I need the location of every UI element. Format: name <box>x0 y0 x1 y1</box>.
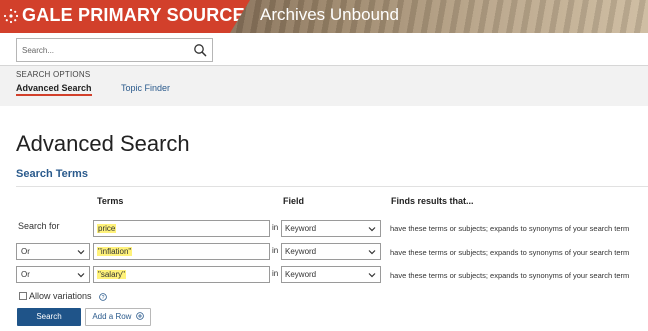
operator-select-3[interactable]: Or <box>16 266 90 283</box>
section-title: Search Terms <box>16 168 88 180</box>
term-value-2: "inflation" <box>97 247 133 256</box>
product-title[interactable]: Archives Unbound <box>260 5 399 25</box>
column-header-terms: Terms <box>97 196 124 206</box>
operator-value-3: Or <box>21 270 30 279</box>
field-select-2[interactable]: Keyword <box>281 243 381 260</box>
in-label-2: in <box>272 246 279 255</box>
allow-variations-label: Allow variations <box>29 291 92 301</box>
tab-advanced-search[interactable]: Advanced Search <box>16 83 92 96</box>
field-value-2: Keyword <box>285 247 317 256</box>
term-input-3[interactable]: "salary" <box>93 266 270 283</box>
term-value-1: price <box>97 224 117 233</box>
chevron-down-icon <box>77 250 85 255</box>
checkbox-box[interactable] <box>19 292 27 300</box>
chevron-down-icon <box>368 250 376 255</box>
chevron-down-icon <box>368 227 376 232</box>
column-header-field: Field <box>283 196 305 206</box>
search-options-label: SEARCH OPTIONS <box>16 70 91 79</box>
basic-search-box <box>16 38 213 62</box>
search-options-bar: SEARCH OPTIONS Advanced Search Topic Fin… <box>0 66 648 106</box>
search-for-label: Search for <box>18 221 60 231</box>
search-button[interactable]: Search <box>17 308 81 326</box>
plus-circle-icon <box>135 312 144 320</box>
tab-topic-finder[interactable]: Topic Finder <box>121 83 170 93</box>
field-value-1: Keyword <box>285 224 317 233</box>
finds-description-1: have these terms or subjects; expands to… <box>390 224 630 233</box>
term-value-3: "salary" <box>97 270 127 279</box>
operator-value-2: Or <box>21 247 30 256</box>
term-input-2[interactable]: "inflation" <box>93 243 270 260</box>
help-icon[interactable]: ? <box>99 293 107 301</box>
column-header-finds: Finds results that... <box>391 196 474 206</box>
gale-logo-icon <box>3 8 19 24</box>
chevron-down-icon <box>368 273 376 278</box>
search-icon[interactable] <box>193 43 207 57</box>
allow-variations-checkbox[interactable]: Allow variations <box>19 291 92 301</box>
term-input-1[interactable]: price <box>93 220 270 237</box>
add-row-label: Add a Row <box>92 312 132 321</box>
divider <box>16 186 648 187</box>
operator-select-2[interactable]: Or <box>16 243 90 260</box>
page-title: Advanced Search <box>16 131 190 156</box>
chevron-down-icon <box>77 273 85 278</box>
in-label-1: in <box>272 223 279 232</box>
add-row-button[interactable]: Add a Row <box>85 308 151 326</box>
finds-description-2: have these terms or subjects; expands to… <box>390 248 630 257</box>
in-label-3: in <box>272 269 279 278</box>
field-value-3: Keyword <box>285 270 317 279</box>
field-select-1[interactable]: Keyword <box>281 220 381 237</box>
brand-block[interactable]: GALE PRIMARY SOURCES <box>0 0 250 33</box>
header-banner: GALE PRIMARY SOURCES Archives Unbound <box>0 0 648 33</box>
finds-description-3: have these terms or subjects; expands to… <box>390 271 630 280</box>
svg-text:?: ? <box>102 295 105 301</box>
field-select-3[interactable]: Keyword <box>281 266 381 283</box>
search-bar <box>0 33 648 66</box>
search-input[interactable] <box>22 42 187 58</box>
brand-title: GALE PRIMARY SOURCES <box>22 5 258 25</box>
